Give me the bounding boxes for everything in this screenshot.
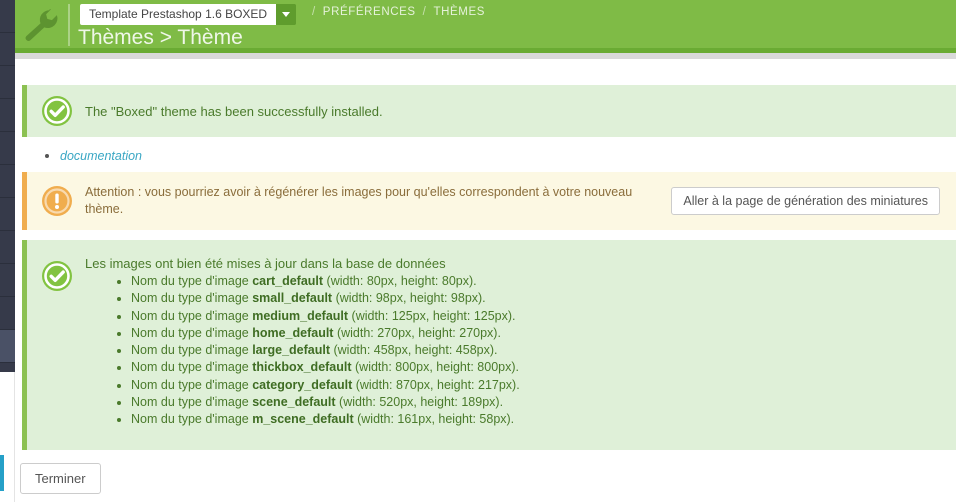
image-type-prefix: Nom du type d'image <box>131 377 253 392</box>
image-type-prefix: Nom du type d'image <box>131 360 253 375</box>
alert-regenerate-images: Attention : vous pourriez avoir à régéné… <box>22 172 956 230</box>
header-grey-divider <box>0 53 956 59</box>
image-type-dimensions: (width: 520px, height: 189px). <box>335 395 504 410</box>
image-type-list-item: Nom du type d'image cart_default (width:… <box>131 273 940 290</box>
sidebar-strip <box>0 0 15 372</box>
image-type-prefix: Nom du type d'image <box>131 325 253 340</box>
sidebar-item[interactable] <box>0 0 15 33</box>
sidebar-accent-marker <box>0 455 4 491</box>
image-type-list-item: Nom du type d'image scene_default (width… <box>131 394 940 411</box>
main-content: The "Boxed" theme has been successfully … <box>0 59 956 502</box>
sidebar-item[interactable] <box>0 132 15 165</box>
page-header: Template Prestashop 1.6 BOXED / PRÉFÉRENC… <box>0 0 956 49</box>
sidebar-item[interactable] <box>0 165 15 198</box>
sidebar-item[interactable] <box>0 264 15 297</box>
image-type-dimensions: (width: 98px, height: 98px). <box>332 291 486 306</box>
image-type-name: large_default <box>252 343 331 358</box>
finish-button[interactable]: Terminer <box>20 463 101 494</box>
image-type-dimensions: (width: 125px, height: 125px). <box>348 308 516 323</box>
image-type-list-item: Nom du type d'image small_default (width… <box>131 290 940 307</box>
image-type-list-item: Nom du type d'image home_default (width:… <box>131 325 940 342</box>
image-type-prefix: Nom du type d'image <box>131 291 253 306</box>
image-type-dimensions: (width: 870px, height: 217px). <box>352 377 520 392</box>
wrench-icon <box>22 8 60 42</box>
chevron-down-icon[interactable] <box>276 4 297 25</box>
sidebar-item-active[interactable] <box>0 330 15 363</box>
documentation-link[interactable]: documentation <box>60 149 142 163</box>
alert-images-updated: Les images ont bien été mises à jour dan… <box>22 240 956 450</box>
documentation-list: documentation <box>38 147 142 165</box>
check-circle-icon <box>41 260 73 292</box>
alert-theme-installed-text: The "Boxed" theme has been successfully … <box>85 103 383 119</box>
check-circle-icon <box>41 95 73 127</box>
image-type-list-item: Nom du type d'image category_default (wi… <box>131 377 940 394</box>
image-type-name: category_default <box>252 377 353 392</box>
alert-theme-installed: The "Boxed" theme has been successfully … <box>22 85 956 137</box>
image-type-list-item: Nom du type d'image thickbox_default (wi… <box>131 359 940 376</box>
image-type-dimensions: (width: 161px, height: 58px). <box>353 412 515 427</box>
image-type-dimensions: (width: 80px, height: 80px). <box>323 274 477 288</box>
sidebar-item[interactable] <box>0 231 15 264</box>
header-divider <box>68 4 70 46</box>
page-title: Thèmes > Thème <box>78 26 243 49</box>
alert-regenerate-images-text: Attention : vous pourriez avoir à régéné… <box>85 185 633 216</box>
image-type-name: medium_default <box>252 308 349 323</box>
content-left-border <box>14 372 15 502</box>
image-type-prefix: Nom du type d'image <box>131 412 253 427</box>
sidebar-item[interactable] <box>0 297 15 330</box>
exclamation-circle-icon <box>41 185 73 217</box>
sidebar-item[interactable] <box>0 198 15 231</box>
theme-select[interactable]: Template Prestashop 1.6 BOXED <box>80 4 297 25</box>
image-type-list-item: Nom du type d'image large_default (width… <box>131 342 940 359</box>
image-type-dimensions: (width: 800px, height: 800px). <box>351 360 519 375</box>
breadcrumb-item-preferences[interactable]: PRÉFÉRENCES <box>323 6 416 18</box>
image-type-dimensions: (width: 270px, height: 270px). <box>333 325 501 340</box>
breadcrumb-separator-1: / <box>312 6 316 18</box>
image-type-list: Nom du type d'image cart_default (width:… <box>85 273 940 429</box>
image-type-name: m_scene_default <box>252 412 354 427</box>
image-type-name: thickbox_default <box>252 360 352 375</box>
sidebar-item[interactable] <box>0 99 15 132</box>
header-underline <box>0 48 956 53</box>
list-item: documentation <box>60 147 142 165</box>
alert-images-updated-heading: Les images ont bien été mises à jour dan… <box>85 256 446 271</box>
image-type-name: cart_default <box>252 274 324 288</box>
breadcrumb-item-themes[interactable]: THÈMES <box>433 6 485 18</box>
image-type-list-item: Nom du type d'image medium_default (widt… <box>131 308 940 325</box>
theme-select-value[interactable]: Template Prestashop 1.6 BOXED <box>80 4 277 25</box>
image-type-prefix: Nom du type d'image <box>131 274 253 288</box>
image-type-name: small_default <box>252 291 333 306</box>
breadcrumb: / PRÉFÉRENCES / THÈMES <box>305 6 485 18</box>
image-type-name: home_default <box>252 325 334 340</box>
sidebar-item[interactable] <box>0 66 15 99</box>
image-type-prefix: Nom du type d'image <box>131 308 253 323</box>
sidebar-item[interactable] <box>0 33 15 66</box>
image-type-prefix: Nom du type d'image <box>131 395 253 410</box>
breadcrumb-separator-2: / <box>422 6 427 18</box>
go-to-thumbnail-generation-button[interactable]: Aller à la page de génération des miniat… <box>671 187 940 215</box>
image-type-name: scene_default <box>252 395 336 410</box>
image-type-list-item: Nom du type d'image m_scene_default (wid… <box>131 411 940 428</box>
image-type-dimensions: (width: 458px, height: 458px). <box>330 343 498 358</box>
image-type-prefix: Nom du type d'image <box>131 343 253 358</box>
